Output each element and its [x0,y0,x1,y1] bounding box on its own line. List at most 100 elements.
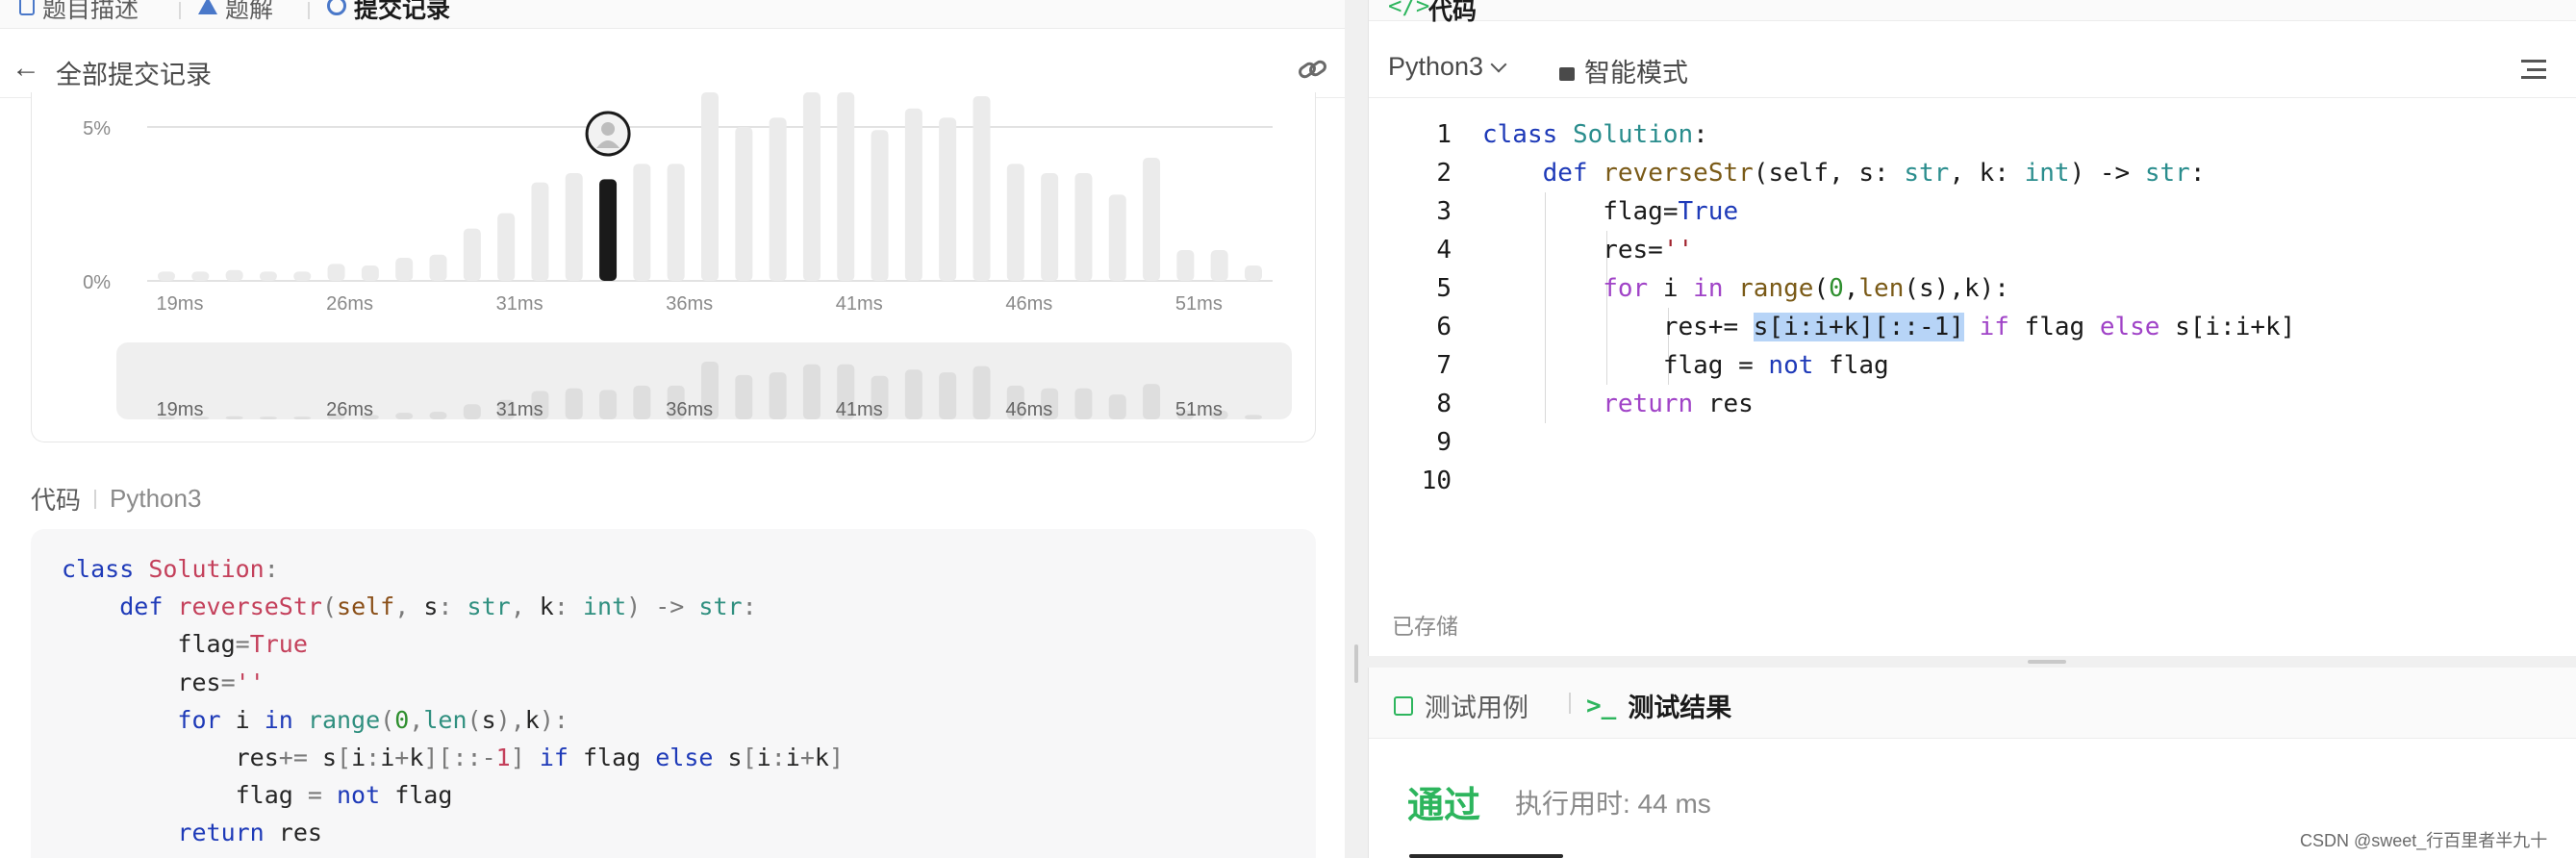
chart-bar[interactable] [1041,173,1059,281]
code-editor[interactable]: class Solution: def reverseStr(self, s: … [1482,115,2295,423]
x-tick-label: 46ms [1005,293,1052,315]
brush-bar [972,366,991,419]
chart-bar[interactable] [361,265,379,281]
brush-bar [463,404,481,419]
editor-tab-bar: </> 代码 [1369,0,2576,25]
chart-bar[interactable] [497,213,516,281]
brush-tick-label: 36ms [666,399,713,420]
checkbox-icon [1394,695,1413,716]
brush-bar [1108,394,1126,419]
tab-testcases[interactable]: 测试用例 [1394,687,1528,724]
brush-bar [1074,388,1093,419]
line-number: 6 [1436,313,1452,341]
chart-bar[interactable] [904,108,922,281]
submissions-header: ← 全部提交记录 [0,40,1345,98]
x-tick-label: 36ms [666,293,713,315]
chart-bar[interactable] [531,182,549,281]
brush-bar [1143,384,1161,419]
chart-bar[interactable] [1074,173,1093,281]
chart-bar[interactable] [667,164,685,281]
tab-description-label: 题目描述 [42,0,139,23]
submitted-code: class Solution: def reverseStr(self, s: … [62,555,845,847]
back-arrow-icon[interactable]: ← [12,52,40,85]
brush-tick-label: 51ms [1175,399,1223,420]
chart-bar[interactable] [158,271,175,281]
chart-bar[interactable] [939,117,957,282]
watermark: CSDN @sweet_行百里者半九十 [2300,831,2548,850]
chart-bar[interactable] [225,269,243,281]
brush-bar [904,369,922,419]
smart-mode-toggle[interactable]: 智能模式 [1559,52,1688,89]
result-status: 通过 [1407,786,1481,826]
line-number: 7 [1436,351,1452,380]
chart-bar[interactable] [565,173,583,281]
chart-bar[interactable] [463,228,481,281]
brush-bar [293,416,312,419]
chart-bar[interactable] [837,92,855,281]
horizontal-splitter[interactable] [2028,660,2066,664]
menu-icon[interactable] [2521,60,2546,79]
smart-mode-label: 智能模式 [1584,59,1688,88]
submission-panel: 题目描述 题解 提交记录 ← 全部提交记录 5% 0% 19ms 26ms 31… [0,0,1345,858]
result-panel: 测试用例 >_ 测试结果 通过 执行用时: 44 ms CSDN @sweet_… [1368,668,2576,858]
x-tick-label: 51ms [1175,293,1223,315]
editor-section-label: 代码 [1428,0,1477,25]
chart-bar[interactable] [735,127,753,281]
chart-bar[interactable] [1006,164,1024,281]
y-tick-0: 0% [83,272,111,293]
tab-submissions[interactable]: 提交记录 [327,0,450,23]
brush-bar [1245,415,1262,419]
code-brackets-icon: </> [1388,0,1430,19]
lock-icon [1559,66,1575,81]
brush-tick-label: 41ms [836,399,883,420]
runtime-chart: 5% 0% 19ms 26ms 31ms 36ms 41ms 46ms 51ms 19ms 2… [83,92,1292,420]
brush-bar [802,364,821,419]
chart-bar[interactable] [327,264,345,281]
line-number: 4 [1436,236,1452,265]
editor-toolbar: Python3 智能模式 [1369,40,2576,98]
chart-bar[interactable] [429,254,447,281]
line-number: 10 [1421,467,1452,495]
history-icon [327,0,346,15]
brush-bar [939,372,957,419]
brush-bar [769,372,787,419]
language-select[interactable]: Python3 [1388,52,1507,82]
x-tick-label: 31ms [496,293,543,315]
code-label: 代码 [31,486,82,515]
left-tab-bar: 题目描述 题解 提交记录 [0,0,1345,29]
runtime-distribution-card: 5% 0% 19ms 26ms 31ms 36ms 41ms 46ms 51ms 19ms 2… [31,92,1316,442]
chart-bar[interactable] [972,96,991,281]
brush-bar [633,385,651,419]
submitted-code-block[interactable]: class Solution: def reverseStr(self, s: … [31,529,1316,858]
flask-icon [198,0,217,14]
brush-tick-label: 46ms [1005,399,1052,420]
chart-bar[interactable] [701,92,719,281]
link-icon[interactable] [1297,54,1329,85]
chart-bar[interactable] [1143,158,1161,281]
chart-bar[interactable] [395,258,414,281]
chart-bar[interactable] [1108,194,1126,281]
tab-description[interactable]: 题目描述 [19,0,139,23]
avatar-head [601,122,616,136]
chart-bar[interactable] [1245,265,1262,281]
chart-bar[interactable] [599,179,618,281]
chart-bar[interactable] [871,130,889,281]
chart-bar[interactable] [769,117,787,282]
tab-results[interactable]: >_ 测试结果 [1586,687,1731,724]
line-numbers: 1 2 3 4 5 6 7 8 9 10 [1369,115,1452,500]
chart-bar[interactable] [1176,250,1195,281]
line-number: 5 [1436,274,1452,303]
vertical-splitter[interactable] [1345,0,1368,858]
all-submissions-link[interactable]: 全部提交记录 [56,54,212,91]
chart-bar[interactable] [259,271,277,281]
chart-bar[interactable] [293,271,312,281]
brush-tick-label: 31ms [496,399,543,420]
chart-bar[interactable] [191,271,210,281]
line-number: 9 [1436,428,1452,457]
tab-solutions[interactable]: 题解 [198,0,273,23]
chart-bar[interactable] [1210,250,1228,281]
code-language: Python3 [110,484,202,513]
chart-bar[interactable] [802,92,821,281]
saved-status: 已存储 [1392,614,1458,639]
chart-bar[interactable] [633,164,651,281]
